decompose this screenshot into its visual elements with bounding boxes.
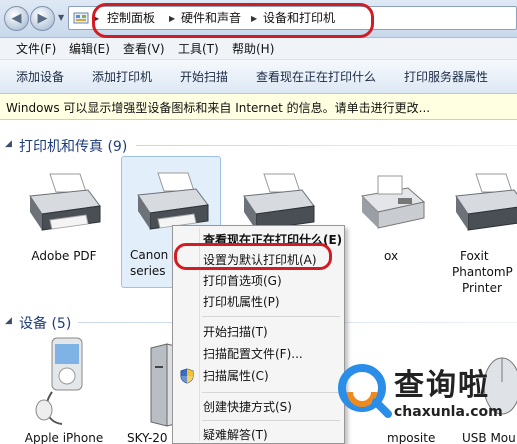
device-label: Foxit	[460, 249, 489, 263]
menu-item-label: 打印首选项(G)	[203, 274, 282, 288]
menu-troubleshoot[interactable]: 疑难解答(T)	[176, 425, 342, 444]
collapse-arrow-icon[interactable]: ◢	[5, 139, 12, 149]
device-tile[interactable]: ox	[340, 158, 440, 288]
menu-item-label: 查看现在正在打印什么(E)	[203, 233, 343, 247]
uac-shield-icon	[180, 368, 194, 384]
menu-item-label: 创建快捷方式(S)	[203, 400, 292, 414]
menu-scan-profiles[interactable]: 扫描配置文件(F)...	[176, 344, 342, 364]
watermark-subtext: chaxunla.com	[394, 404, 503, 420]
device-label-line3: Printer	[462, 281, 502, 295]
back-arrow-icon: ◀	[11, 11, 22, 26]
breadcrumb-control-panel[interactable]: 控制面板	[107, 10, 155, 27]
info-bar[interactable]: Windows 可以显示增强型设备图标和来自 Internet 的信息。请单击进…	[0, 94, 517, 120]
breadcrumb-separator-icon: ▶	[251, 14, 258, 23]
forward-arrow-icon: ▶	[37, 11, 48, 26]
printers-group-header[interactable]: ◢ 打印机和传真 (9)	[0, 134, 517, 156]
menu-view[interactable]: 查看(V)	[123, 41, 165, 57]
menu-separator	[202, 420, 340, 421]
watermark-logo: 查询啦 chaxunla.com	[334, 356, 514, 436]
forward-button[interactable]: ▶	[30, 6, 55, 31]
start-scan-button[interactable]: 开始扫描	[180, 69, 228, 85]
menu-separator	[202, 316, 340, 317]
printer-icon	[455, 173, 517, 231]
recent-pages-dropdown-icon[interactable]: ▼	[58, 13, 66, 23]
menu-printing-preferences[interactable]: 打印首选项(G)	[176, 271, 342, 291]
see-whats-printing-button[interactable]: 查看现在正在打印什么	[256, 69, 376, 85]
device-label: Adobe PDF	[31, 249, 97, 263]
menu-set-default-printer[interactable]: 设置为默认打印机(A)	[176, 250, 342, 270]
address-field[interactable]: ▶ 控制面板 ▶ 硬件和声音 ▶ 设备和打印机	[68, 6, 517, 30]
breadcrumb-separator-icon: ▶	[169, 14, 176, 23]
address-bar: ◀ ▶ ▼ ▶ 控制面板 ▶ 硬件和声音 ▶ 设备和打印机	[0, 0, 517, 38]
menu-item-label: 疑难解答(T)	[203, 428, 268, 442]
device-label-line2: PhantomP	[452, 265, 513, 279]
menu-create-shortcut[interactable]: 创建快捷方式(S)	[176, 397, 342, 417]
printer-context-menu: 查看现在正在打印什么(E) 设置为默认打印机(A) 打印首选项(G) 打印机属性…	[172, 225, 345, 444]
device-tile[interactable]: Foxit PhantomP Printer	[440, 158, 517, 295]
breadcrumb-devices-printers[interactable]: 设备和打印机	[263, 10, 335, 27]
print-server-properties-button[interactable]: 打印服务器属性	[404, 69, 488, 85]
magnifier-logo-icon	[338, 364, 392, 418]
printers-group-title: 打印机和传真 (9)	[19, 139, 128, 155]
menu-file[interactable]: 文件(F)	[16, 41, 56, 57]
menu-item-label: 设置为默认打印机(A)	[203, 253, 317, 267]
menu-printer-properties[interactable]: 打印机属性(P)	[176, 292, 342, 312]
add-printer-button[interactable]: 添加打印机	[92, 69, 152, 85]
back-button[interactable]: ◀	[4, 6, 29, 31]
breadcrumb-separator-icon: ▶	[93, 14, 100, 23]
menu-edit[interactable]: 编辑(E)	[69, 41, 110, 57]
menu-scan-properties[interactable]: 扫描属性(C)	[176, 366, 342, 386]
watermark-text: 查询啦	[394, 368, 490, 403]
info-bar-text: Windows 可以显示增强型设备图标和来自 Internet 的信息。请单击进…	[6, 101, 431, 115]
device-tile[interactable]: Apple iPhone	[14, 332, 114, 444]
menu-tools[interactable]: 工具(T)	[178, 41, 219, 57]
menu-help[interactable]: 帮助(H)	[232, 41, 274, 57]
iphone-icon	[35, 337, 83, 425]
menu-separator	[202, 392, 340, 393]
group-divider	[136, 145, 517, 146]
menu-bar: 文件(F) 编辑(E) 查看(V) 工具(T) 帮助(H)	[0, 38, 517, 60]
menu-start-scan[interactable]: 开始扫描(T)	[176, 322, 342, 342]
menu-item-label: 扫描配置文件(F)...	[203, 347, 303, 361]
menu-item-label: 扫描属性(C)	[203, 369, 269, 383]
device-tile[interactable]: Adobe PDF	[14, 158, 114, 288]
menu-item-label: 打印机属性(P)	[203, 295, 280, 309]
add-device-button[interactable]: 添加设备	[16, 69, 64, 85]
fax-icon	[360, 175, 426, 229]
menu-item-label: 开始扫描(T)	[203, 325, 268, 339]
printer-icon	[29, 173, 101, 231]
command-toolbar: 添加设备 添加打印机 开始扫描 查看现在正在打印什么 打印服务器属性	[0, 60, 517, 94]
devices-group-title: 设备 (5)	[19, 316, 72, 332]
control-panel-icon	[73, 12, 89, 24]
device-label: Apple iPhone	[24, 431, 104, 444]
collapse-arrow-icon[interactable]: ◢	[5, 316, 12, 326]
breadcrumb-hardware-sound[interactable]: 硬件和声音	[181, 10, 241, 27]
menu-see-whats-printing[interactable]: 查看现在正在打印什么(E)	[176, 230, 342, 250]
